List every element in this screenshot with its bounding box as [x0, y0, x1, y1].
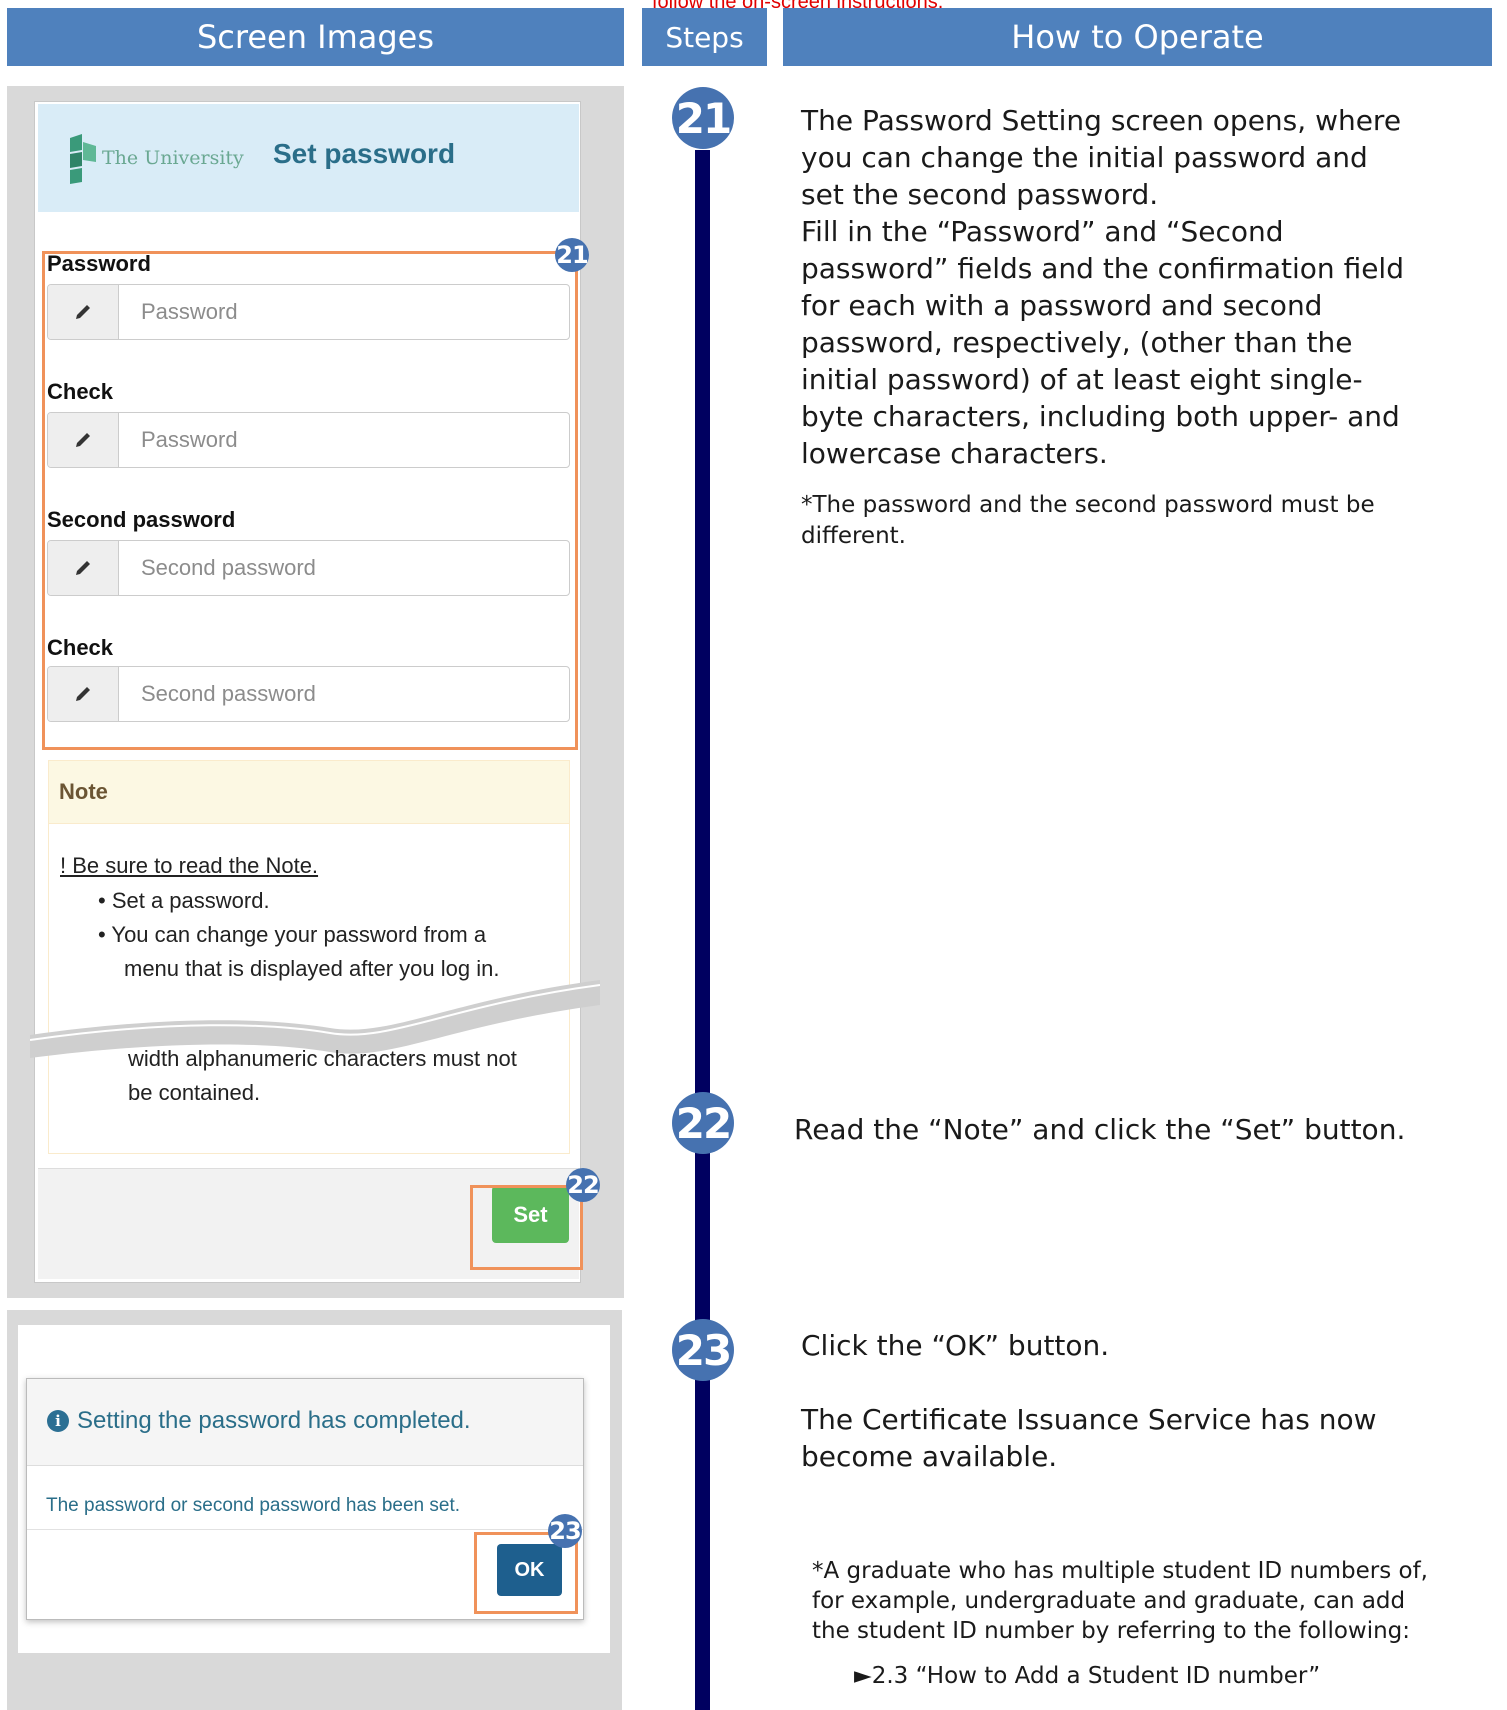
note-bullet-2: • You can change your password from a — [98, 922, 487, 947]
step-21-instructions: The Password Setting screen opens, where… — [801, 104, 1404, 470]
step-badge-22: 22 — [566, 1168, 600, 1202]
note-bullet-1: • Set a password. — [98, 888, 270, 913]
content-break-wave — [30, 980, 600, 1058]
dialog-message: The password or second password has been… — [46, 1495, 461, 1516]
step-22-instructions: Read the “Note” and click the “Set” butt… — [794, 1113, 1406, 1146]
dialog-title: Setting the password has completed. — [77, 1407, 471, 1434]
page-title: Set password — [273, 138, 456, 169]
step-badge-21: 21 — [555, 238, 589, 272]
note-tail-line-1: width alphanumeric characters must not — [128, 1046, 517, 1071]
header-how-to-operate: How to Operate — [783, 8, 1492, 66]
step-number-23: 23 — [672, 1319, 734, 1381]
note-tail-line-2: be contained. — [128, 1080, 261, 1105]
dialog-divider — [27, 1529, 583, 1530]
note-header: Note — [48, 760, 570, 824]
info-icon: i — [47, 1410, 69, 1432]
steps-timeline — [695, 150, 710, 1710]
header-screen-images: Screen Images — [7, 8, 624, 66]
step-23-note: *A graduate who has multiple student ID … — [812, 1558, 1428, 1644]
dialog-title-row: i Setting the password has completed. — [47, 1407, 471, 1435]
header-steps: Steps — [642, 8, 767, 66]
step-21-note: *The password and the second password mu… — [801, 492, 1375, 549]
logo-text: The University — [102, 147, 244, 169]
step-23-instructions: Click the “OK” button. — [801, 1329, 1110, 1362]
add-student-id-link[interactable]: ►2.3 “How to Add a Student ID number” — [854, 1661, 1320, 1692]
step-badge-23: 23 — [548, 1514, 582, 1548]
university-logo-icon — [70, 134, 96, 184]
note-warning: ! Be sure to read the Note. — [60, 853, 319, 878]
highlight-fields-box — [42, 251, 578, 750]
step-number-22: 22 — [672, 1092, 734, 1154]
step-23-result: The Certificate Issuance Service has now… — [801, 1403, 1377, 1473]
highlight-set-box — [470, 1185, 583, 1270]
step-number-21: 21 — [672, 87, 734, 149]
